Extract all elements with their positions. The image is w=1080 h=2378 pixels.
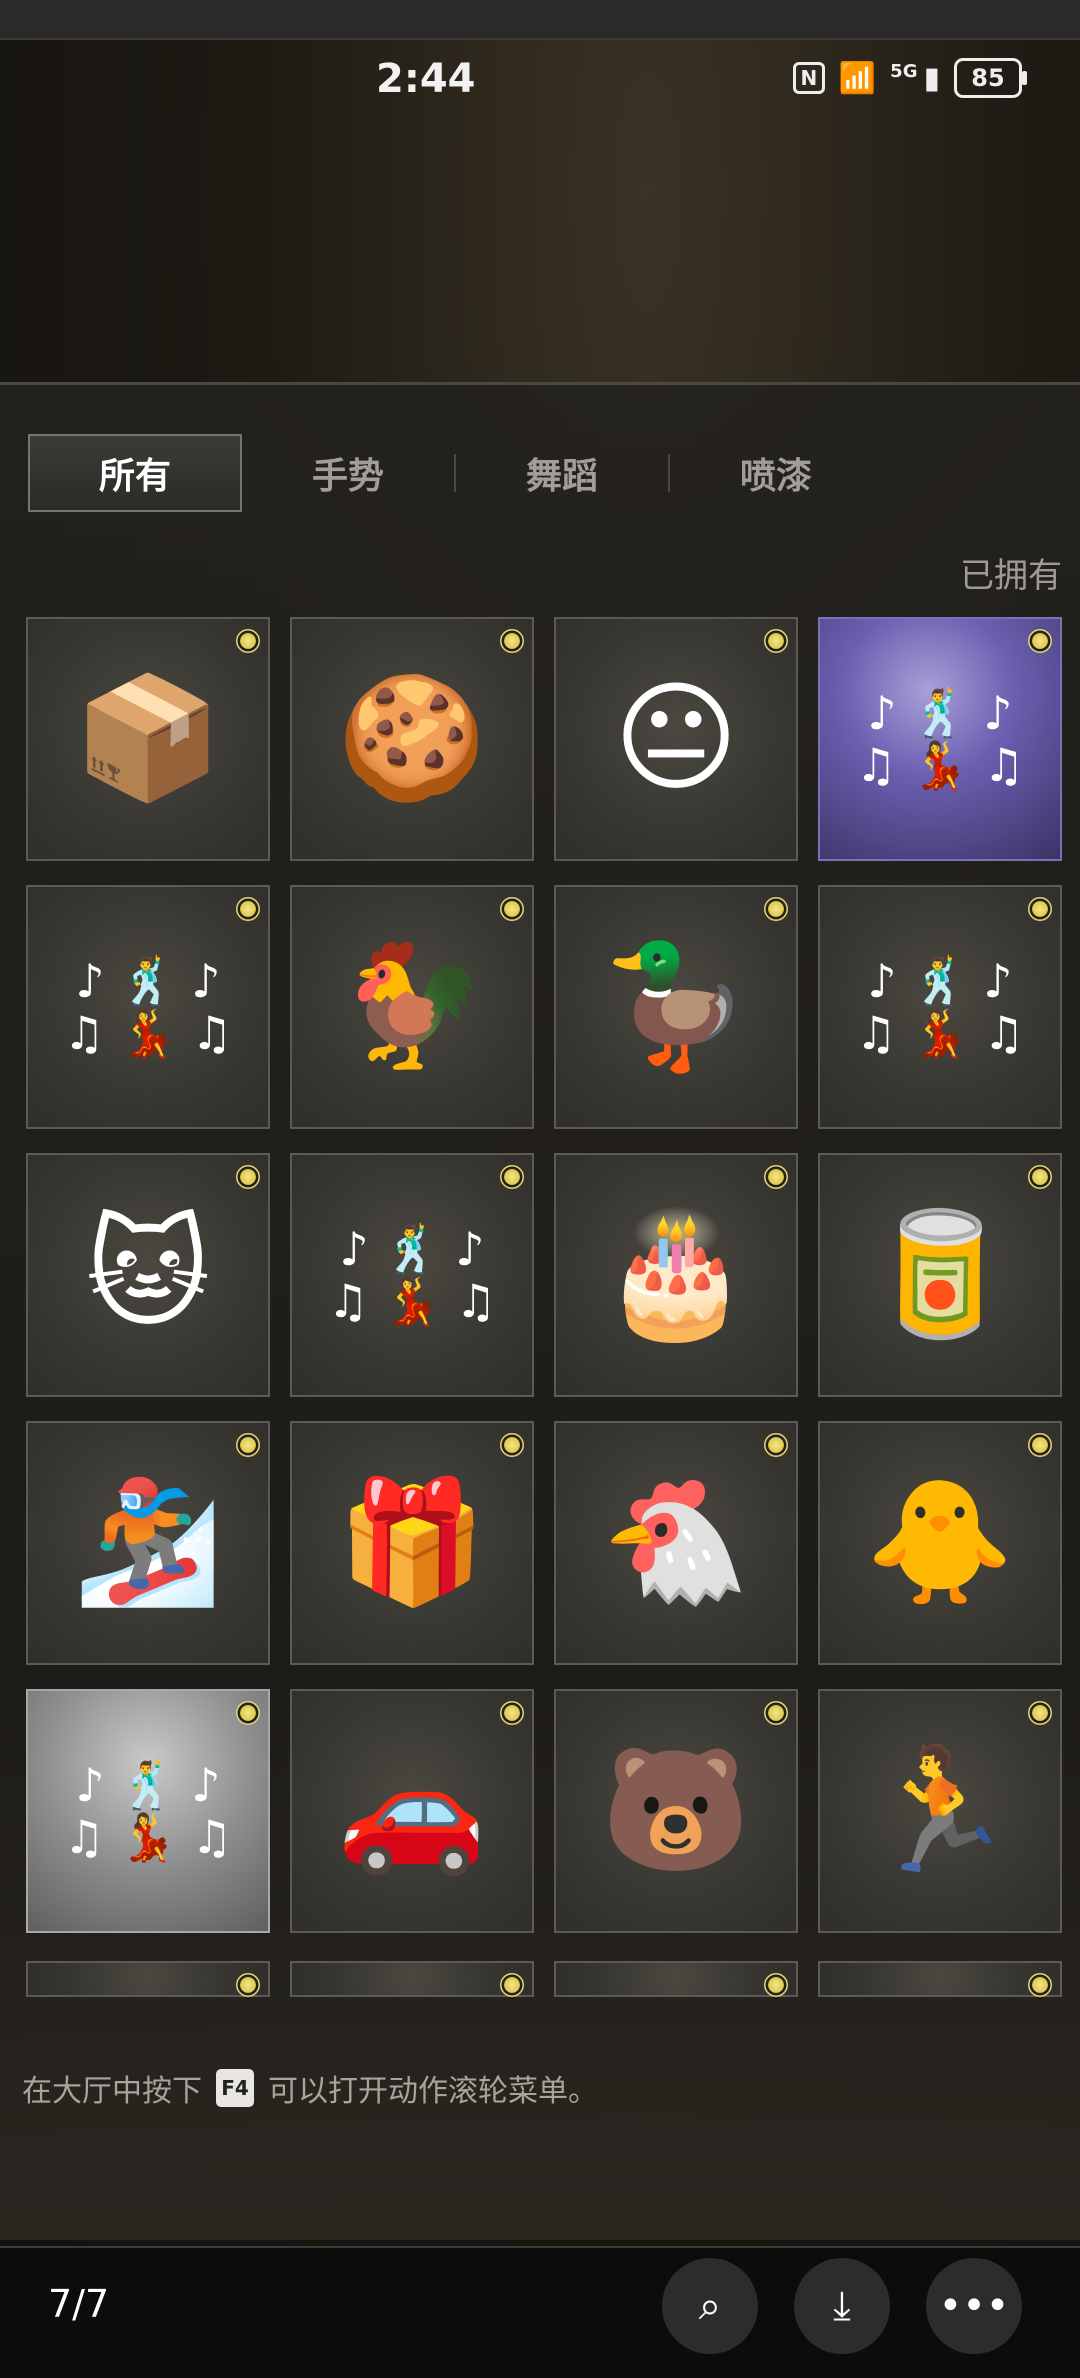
emote-tile-animal-faces-spray[interactable]: 🐻 — [554, 1689, 798, 1933]
status-time: 2:44 — [376, 56, 476, 102]
owned-marker-icon — [1028, 1165, 1052, 1189]
owned-marker-icon — [500, 1165, 524, 1189]
tab-sprays[interactable]: 喷漆 — [670, 434, 882, 512]
emote-tile-party-cat-spray[interactable]: 🐱 — [26, 1153, 270, 1397]
emote-tile-helmet-duck-spray[interactable]: 🦆 — [554, 885, 798, 1129]
emote-tile-rubber-chicken-spray[interactable]: 🐥 — [818, 1421, 1062, 1665]
spray-art-icon: 🦆 — [601, 937, 751, 1076]
spray-art-icon: 🏂 — [73, 1473, 223, 1612]
owned-marker-icon — [764, 629, 788, 653]
spray-art-icon: 📦 — [73, 669, 223, 808]
owned-marker-icon — [500, 1973, 524, 1997]
signal-icon: ▮ — [923, 60, 940, 96]
owned-marker-icon — [236, 1973, 260, 1997]
emote-tile-no-dinner-chef-spray[interactable]: 🐔 — [554, 1421, 798, 1665]
spray-art-icon: 🐔 — [601, 1473, 751, 1612]
image-search-icon: ⌕ — [698, 2283, 722, 2329]
owned-marker-icon — [764, 1165, 788, 1189]
tab-all[interactable]: 所有 — [28, 434, 242, 512]
download-icon: ⤓ — [833, 2283, 851, 2329]
owned-marker-icon — [236, 1433, 260, 1457]
nfc-icon: N — [792, 62, 825, 94]
dance-figure-icon: ♪ 🕺 ♪ ♫ 💃 ♫ — [855, 954, 1025, 1060]
dance-figure-icon: ♪ 🕺 ♪ ♫ 💃 ♫ — [63, 1758, 233, 1864]
owned-marker-icon — [500, 897, 524, 921]
download-button[interactable]: ⤓ — [794, 2258, 890, 2354]
top-banner-strip — [0, 0, 1080, 40]
page-counter: 7/7 — [48, 2282, 110, 2326]
owned-marker-icon — [500, 629, 524, 653]
hint-text-before: 在大厅中按下 — [22, 2074, 202, 2109]
owned-marker-icon — [500, 1433, 524, 1457]
emote-tile-wrecked-car-spray[interactable]: 🚗 — [290, 1689, 534, 1933]
owned-marker-icon — [1028, 1433, 1052, 1457]
emote-tile-battle-sticker-spray[interactable]: 🏂 — [26, 1421, 270, 1665]
viewer-bottom-bar — [0, 2246, 1080, 2378]
owned-marker-icon — [1028, 629, 1052, 653]
owned-marker-icon — [764, 1701, 788, 1725]
dance-figure-icon: ♪ 🕺 ♪ ♫ 💃 ♫ — [855, 686, 1025, 792]
image-search-button[interactable]: ⌕ — [662, 2258, 758, 2354]
emote-tile-rooster-jacket-spray[interactable]: 🐓 — [290, 885, 534, 1129]
wifi-icon: 📶 — [838, 60, 877, 96]
owned-marker-icon — [1028, 897, 1052, 921]
owned-filter-label[interactable]: 已拥有 — [960, 548, 1062, 597]
emote-tile-solo-dance-emote[interactable]: ♪ 🕺 ♪ ♫ 💃 ♫ — [26, 1689, 270, 1933]
owned-marker-icon — [236, 629, 260, 653]
emote-tile-running-soldier-spray[interactable]: 🏃 — [818, 1689, 1062, 1933]
owned-marker-icon — [764, 1973, 788, 1997]
emote-tile-sketch-face-spray[interactable]: 😐 — [554, 617, 798, 861]
battery-indicator: 85 — [954, 58, 1027, 98]
emote-tile-worms-can-spray[interactable]: 🥫 — [818, 1153, 1062, 1397]
more-icon: ••• — [938, 2283, 1010, 2329]
emote-tile-group-dance-emote[interactable]: ♪ 🕺 ♪ ♫ 💃 ♫ — [818, 617, 1062, 861]
owned-marker-icon — [236, 1165, 260, 1189]
emote-tile-duo-dance-emote[interactable]: ♪ 🕺 ♪ ♫ 💃 ♫ — [26, 885, 270, 1129]
emote-tile-partial-item-1[interactable] — [26, 1961, 270, 1997]
spray-art-icon: 🥫 — [865, 1205, 1015, 1344]
spray-art-icon: 🎁 — [337, 1473, 487, 1612]
spray-art-icon: 🐻 — [601, 1741, 751, 1880]
tab-dances[interactable]: 舞蹈 — [456, 434, 668, 512]
status-icons: N 📶 5G ▮ 85 — [792, 58, 1027, 98]
dance-figure-icon: ♪ 🕺 ♪ ♫ 💃 ♫ — [327, 1222, 497, 1328]
spray-art-icon: 🚗 — [337, 1741, 487, 1880]
owned-marker-icon — [500, 1701, 524, 1725]
emote-tile-anniversary-cake-spray[interactable]: 🎂 — [554, 1153, 798, 1397]
emote-tile-kick-dance-emote[interactable]: ♪ 🕺 ♪ ♫ 💃 ♫ — [290, 1153, 534, 1397]
owned-marker-icon — [764, 897, 788, 921]
f4-key-badge: F4 — [216, 2069, 254, 2107]
hint-text-after: 可以打开动作滚轮菜单。 — [268, 2074, 598, 2109]
emote-tile-laptop-case-spray[interactable]: 📦 — [26, 617, 270, 861]
network-label: 5G — [890, 60, 918, 82]
emote-tile-crate-mascot-spray[interactable]: 🎁 — [290, 1421, 534, 1665]
owned-marker-icon — [764, 1433, 788, 1457]
emote-tile-grenade-cookie-spray[interactable]: 🍪 — [290, 617, 534, 861]
dance-figure-icon: ♪ 🕺 ♪ ♫ 💃 ♫ — [63, 954, 233, 1060]
spray-art-icon: 🐓 — [337, 937, 487, 1076]
hotkey-hint: 在大厅中按下 F4 可以打开动作滚轮菜单。 — [22, 2066, 598, 2110]
more-button[interactable]: ••• — [926, 2258, 1022, 2354]
spray-art-icon: 😐 — [613, 669, 739, 808]
owned-marker-icon — [1028, 1701, 1052, 1725]
spray-art-icon: 🎂 — [601, 1205, 751, 1344]
spray-art-icon: 🍪 — [337, 669, 487, 808]
owned-marker-icon — [236, 897, 260, 921]
owned-marker-icon — [1028, 1973, 1052, 1997]
emote-tile-partial-item-4[interactable] — [818, 1961, 1062, 1997]
spray-art-icon: 🏃 — [865, 1741, 1015, 1880]
emote-tile-partial-item-3[interactable] — [554, 1961, 798, 1997]
spray-art-icon: 🐱 — [85, 1205, 211, 1344]
emote-tile-duo-dance-emote-2[interactable]: ♪ 🕺 ♪ ♫ 💃 ♫ — [818, 885, 1062, 1129]
tab-gestures[interactable]: 手势 — [242, 434, 454, 512]
spray-art-icon: 🐥 — [865, 1473, 1015, 1612]
owned-marker-icon — [236, 1701, 260, 1725]
category-tabs: 所有 手势 舞蹈 喷漆 — [28, 434, 882, 512]
emote-tile-partial-item-2[interactable] — [290, 1961, 534, 1997]
